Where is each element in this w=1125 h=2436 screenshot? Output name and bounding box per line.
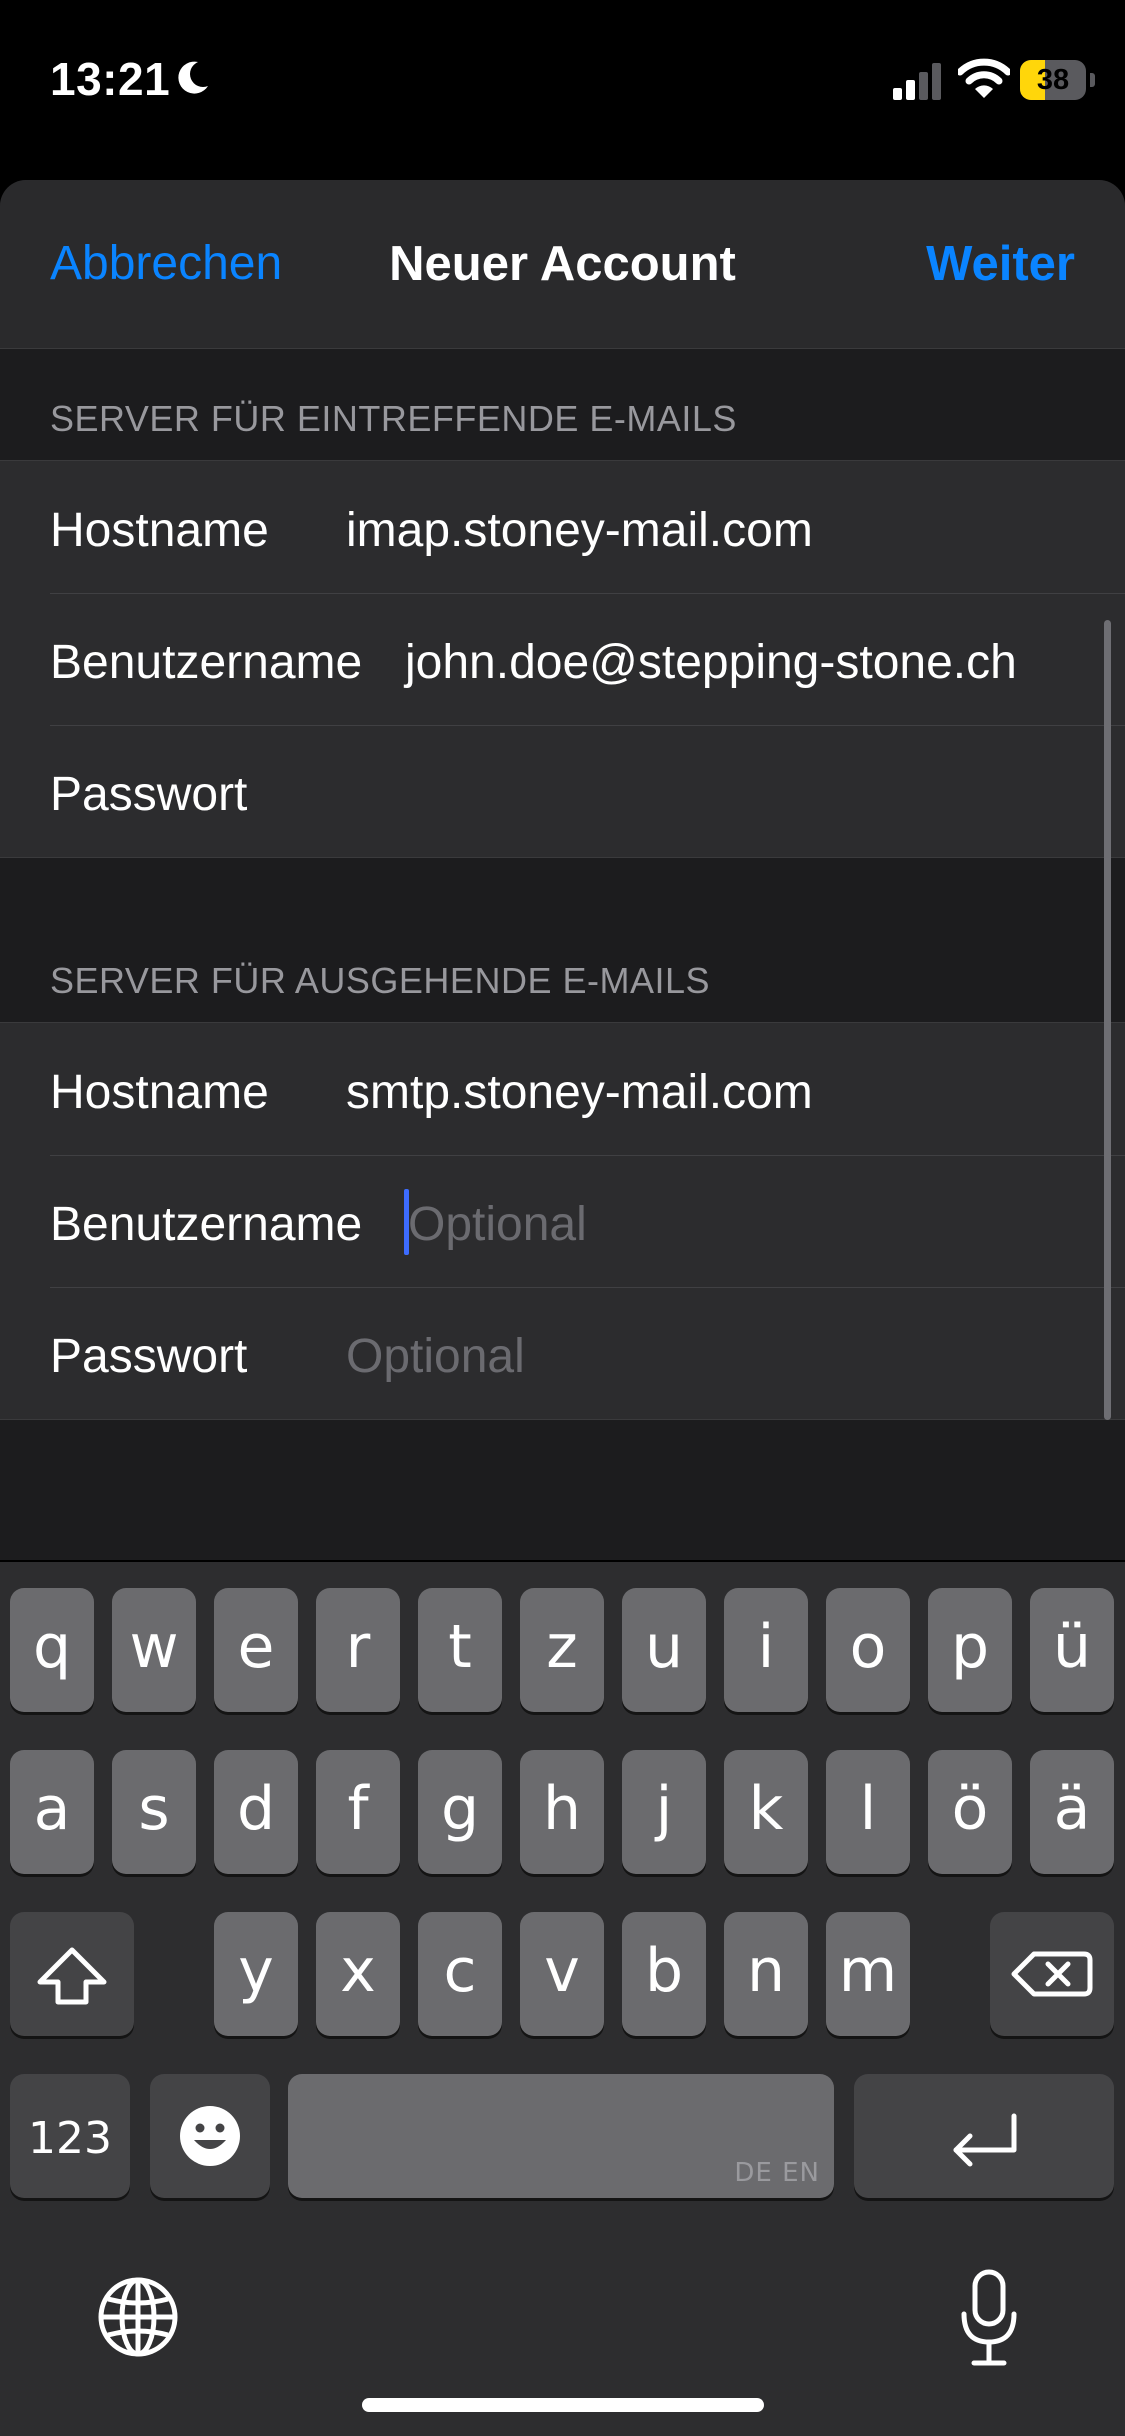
key-t[interactable]: t xyxy=(418,1588,502,1712)
outgoing-password-field[interactable]: Optional xyxy=(346,1329,525,1384)
numbers-key-label: 123 xyxy=(28,2113,112,2164)
numbers-key[interactable]: 123 xyxy=(10,2074,130,2198)
emoji-icon xyxy=(180,2106,240,2166)
battery-icon: 38 xyxy=(1020,60,1096,100)
key-a[interactable]: a xyxy=(10,1750,94,1874)
outgoing-hostname-field[interactable]: smtp.stoney-mail.com xyxy=(346,1065,813,1120)
outgoing-password-row[interactable]: Passwort Optional xyxy=(0,1287,1125,1419)
shift-icon xyxy=(37,1947,107,2005)
outgoing-username-row[interactable]: Benutzername Optional xyxy=(0,1155,1125,1287)
key-y[interactable]: y xyxy=(214,1912,298,2036)
key-h[interactable]: h xyxy=(520,1750,604,1874)
navigation-bar: Abbrechen Neuer Account Weiter xyxy=(0,180,1125,349)
space-key[interactable]: DE EN xyxy=(288,2074,834,2198)
key-o-umlaut[interactable]: ö xyxy=(928,1750,1012,1874)
incoming-password-row[interactable]: Passwort xyxy=(0,725,1125,857)
return-key[interactable] xyxy=(854,2074,1114,2198)
moon-icon xyxy=(172,58,212,98)
globe-icon[interactable] xyxy=(96,2275,180,2359)
key-i[interactable]: i xyxy=(724,1588,808,1712)
home-indicator[interactable] xyxy=(362,2398,764,2412)
key-z[interactable]: z xyxy=(520,1588,604,1712)
key-r[interactable]: r xyxy=(316,1588,400,1712)
key-d[interactable]: d xyxy=(214,1750,298,1874)
key-o[interactable]: o xyxy=(826,1588,910,1712)
next-button[interactable]: Weiter xyxy=(926,236,1075,292)
key-w[interactable]: w xyxy=(112,1588,196,1712)
microphone-icon[interactable] xyxy=(958,2268,1020,2368)
key-u[interactable]: u xyxy=(622,1588,706,1712)
outgoing-server-group: Hostname smtp.stoney-mail.com Benutzerna… xyxy=(0,1022,1125,1420)
key-a-umlaut[interactable]: ä xyxy=(1030,1750,1114,1874)
outgoing-hostname-row[interactable]: Hostname smtp.stoney-mail.com xyxy=(0,1023,1125,1155)
key-g[interactable]: g xyxy=(418,1750,502,1874)
key-v[interactable]: v xyxy=(520,1912,604,2036)
incoming-hostname-field[interactable]: imap.stoney-mail.com xyxy=(346,503,813,558)
status-time: 13:21 xyxy=(50,53,171,105)
status-bar: 13:21 38 xyxy=(0,0,1125,170)
outgoing-server-header: SERVER FÜR AUSGEHENDE E-MAILS xyxy=(50,960,710,1001)
incoming-server-group: Hostname imap.stoney-mail.com Benutzerna… xyxy=(0,460,1125,858)
incoming-server-header: SERVER FÜR EINTREFFENDE E-MAILS xyxy=(50,398,737,439)
emoji-key[interactable] xyxy=(150,2074,270,2198)
key-s[interactable]: s xyxy=(112,1750,196,1874)
incoming-hostname-row[interactable]: Hostname imap.stoney-mail.com xyxy=(0,461,1125,593)
wifi-icon xyxy=(958,58,1010,100)
key-q[interactable]: q xyxy=(10,1588,94,1712)
key-j[interactable]: j xyxy=(622,1750,706,1874)
key-f[interactable]: f xyxy=(316,1750,400,1874)
return-icon xyxy=(953,2113,1017,2167)
outgoing-username-label: Benutzername xyxy=(50,1198,363,1251)
key-n[interactable]: n xyxy=(724,1912,808,2036)
battery-percent: 38 xyxy=(1036,64,1070,96)
incoming-username-row[interactable]: Benutzername john.doe@stepping-stone.ch xyxy=(0,593,1125,725)
incoming-hostname-label: Hostname xyxy=(50,504,269,557)
keyboard-language-label: DE EN xyxy=(734,2158,820,2188)
key-m[interactable]: m xyxy=(826,1912,910,2036)
key-k[interactable]: k xyxy=(724,1750,808,1874)
shift-key[interactable] xyxy=(10,1912,134,2036)
incoming-username-field[interactable]: john.doe@stepping-stone.ch xyxy=(405,635,1017,690)
backspace-icon xyxy=(1011,1951,1093,1997)
key-e[interactable]: e xyxy=(214,1588,298,1712)
outgoing-username-field[interactable]: Optional xyxy=(408,1197,587,1252)
scroll-indicator[interactable] xyxy=(1104,620,1111,1420)
new-account-sheet: Abbrechen Neuer Account Weiter SERVER FÜ… xyxy=(0,180,1125,1560)
key-l[interactable]: l xyxy=(826,1750,910,1874)
backspace-key[interactable] xyxy=(990,1912,1114,2036)
key-x[interactable]: x xyxy=(316,1912,400,2036)
key-u-umlaut[interactable]: ü xyxy=(1030,1588,1114,1712)
incoming-username-label: Benutzername xyxy=(50,636,363,689)
cellular-signal-icon xyxy=(893,62,943,100)
key-b[interactable]: b xyxy=(622,1912,706,2036)
key-c[interactable]: c xyxy=(418,1912,502,2036)
outgoing-password-label: Passwort xyxy=(50,1330,248,1383)
incoming-password-label: Passwort xyxy=(50,768,248,821)
key-p[interactable]: p xyxy=(928,1588,1012,1712)
outgoing-hostname-label: Hostname xyxy=(50,1066,269,1119)
